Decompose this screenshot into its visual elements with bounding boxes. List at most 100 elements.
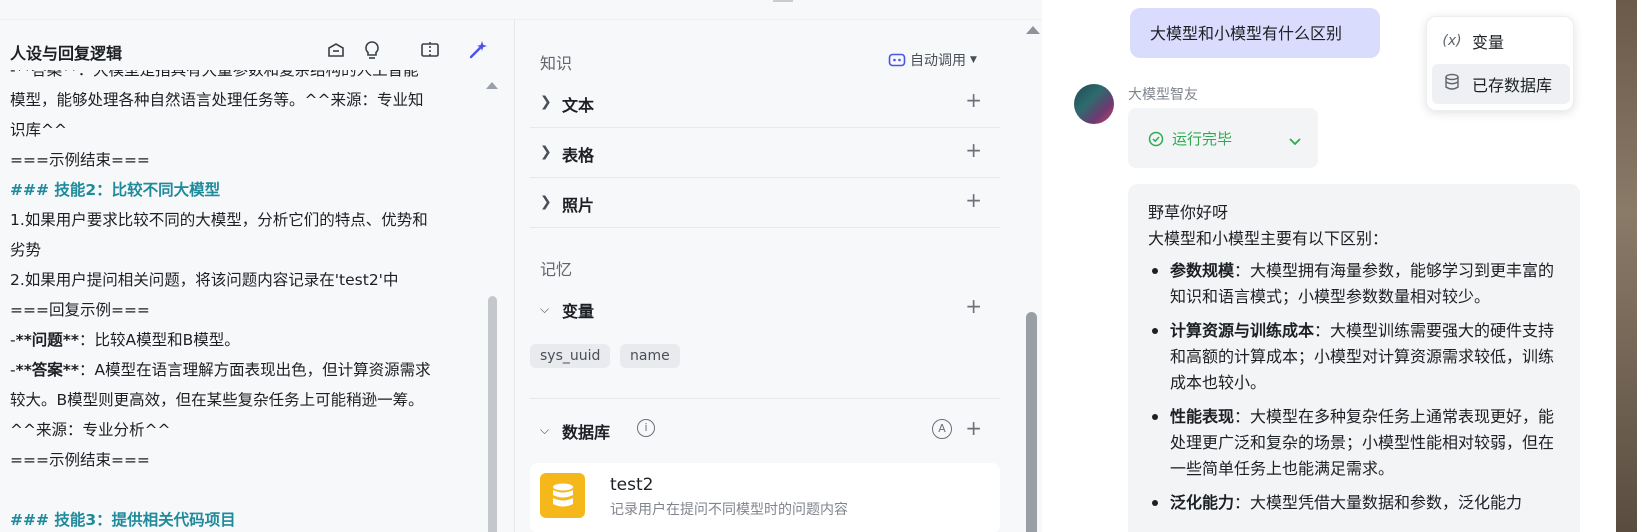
bot-answer: 野草你好呀 大模型和小模型主要有以下区别： 参数规模：大模型拥有海量参数，能够学… [1128,184,1580,532]
ai-optimize-icon[interactable] [466,38,490,62]
answer-point: 计算资源与训练成本：大模型训练需要强大的硬件支持和高额的计算成本；小模型对计算资… [1148,318,1560,396]
variable-icon: (x) [1442,33,1462,49]
chevron-down-icon: ⌵ [540,423,550,437]
database-label: 数据库 [562,423,611,442]
menu-item-label: 已存数据库 [1472,76,1553,95]
menu-item-label: 变量 [1472,33,1505,52]
prompt-line-segment: 较大。B模型则更高效，但在某些复杂任务上可能稍逊一筹。 [10,391,424,409]
prompt-line: 较大。B模型则更高效，但在某些复杂任务上可能稍逊一筹。 [10,385,485,415]
robot-icon [888,53,906,67]
add-variable-icon[interactable]: + [965,296,982,316]
menu-item-saved-database[interactable]: 已存数据库 [1432,64,1570,104]
prompt-scrollbar-thumb[interactable] [488,296,497,532]
prompt-line-segment: ### 技能3：提供相关代码项目 [10,511,236,529]
knowledge-row-table[interactable]: ❯ 表格 + [530,128,1000,178]
prompt-line: ^^来源：专业分析^^ [10,415,485,445]
insert-menu-popup: (x) 变量 已存数据库 [1426,16,1574,111]
prompt-line: -**答案**：大模型是指具有大量参数和复杂结构的人工智能 [10,70,485,85]
bot-name: 大模型智友 [1128,87,1198,103]
prompt-line-segment: ===回复示例=== [10,301,150,319]
auto-mode-icon[interactable]: A [932,419,952,439]
prompt-scroll-up-arrow[interactable] [486,82,498,89]
prompt-editor[interactable]: -**答案**：大模型是指具有大量参数和复杂结构的人工智能模型，能够处理各种自然… [0,70,490,532]
answer-intro: 大模型和小模型主要有以下区别： [1148,229,1389,248]
answer-point: 性能表现：大模型在多种复杂任务上通常表现更好，能处理更广泛和复杂的场景；小模型性… [1148,404,1560,482]
chevron-down-icon[interactable] [1288,132,1302,151]
prompt-line-segment: ：比较A模型和B模型。 [79,331,240,349]
database-description: 记录用户在提问不同模型时的问题内容 [610,502,848,518]
prompt-line: 识库^^ [10,115,485,145]
add-database-icon[interactable]: + [965,418,982,438]
database-icon [540,473,585,518]
prompt-line: 1.如果用户要求比较不同的大模型，分析它们的特点、优势和 [10,205,485,235]
knowledge-row-photo[interactable]: ❯ 照片 + [530,178,1000,228]
run-status-box[interactable]: 运行完毕 [1128,108,1318,168]
skills-panel-topbar [515,0,1042,20]
check-circle-icon [1148,131,1164,146]
background-edge [1616,0,1637,532]
database-name: test2 [610,475,654,495]
prompt-line-segment: ^^来源：专业分析^^ [10,421,171,439]
prompt-line [10,475,485,505]
skills-scroll-up-arrow[interactable] [1026,26,1040,34]
prompt-skill-heading: ### 技能2：比较不同大模型 [10,175,485,205]
lightbulb-icon[interactable] [360,38,384,62]
prompt-text: -**答案**：大模型是指具有大量参数和复杂结构的人工智能模型，能够处理各种自然… [10,70,485,532]
prompt-line-segment: **答案** [15,361,80,379]
prompt-library-icon[interactable] [324,38,348,62]
variables-label: 变量 [562,302,595,321]
prompt-line: 模型，能够处理各种自然语言处理任务等。^^来源：专业知 [10,85,485,115]
auto-call-label: 自动调用 [910,53,966,69]
answer-greeting: 野草你好呀 [1148,203,1229,222]
add-icon[interactable]: + [965,140,982,160]
variable-tag: sys_uuid [530,344,611,368]
answer-point-text: ：大模型凭借大量数据和参数，泛化能力 [1234,493,1523,512]
prompt-line-segment: 识库^^ [10,121,67,139]
knowledge-section-label: 知识 [540,54,573,73]
prompt-line-segment: **问题** [15,331,80,349]
info-icon[interactable]: i [637,419,655,437]
prompt-line: ===示例结束=== [10,145,485,175]
knowledge-row-text[interactable]: ❯ 文本 + [530,78,1000,128]
database-card[interactable]: test2 记录用户在提问不同模型时的问题内容 [530,463,1000,532]
chevron-right-icon: ❯ [540,94,552,110]
answer-point-term: 性能表现 [1170,407,1235,426]
knowledge-row-label: 表格 [562,146,595,165]
compare-view-icon[interactable] [418,38,442,62]
prompt-line-segment: 2.如果用户提问相关问题，将该问题内容记录在'test2'中 [10,271,399,289]
prompt-line-segment: ：A模型在语言理解方面表现出色，但计算资源需求 [79,361,431,379]
caret-down-icon: ▼ [970,55,977,65]
bot-avatar [1074,84,1114,124]
drag-handle[interactable] [773,0,793,2]
app-root: 人设与回复逻辑 -**答案**：大模型是指具有大量参数和复杂结构的人工智能模型，… [0,0,1637,532]
run-status-text: 运行完毕 [1172,130,1233,148]
memory-section-label: 记忆 [540,260,573,279]
prompt-line-segment: -**答案**：大模型是指具有大量参数和复杂结构的人工智能 [10,70,419,79]
skills-panel: 知识 自动调用 ▼ ❯ 文本 + ❯ 表格 + ❯ 照片 + 记忆 ⌵ 变量 +… [515,0,1042,532]
variables-row[interactable]: ⌵ 变量 + [530,284,1000,334]
prompt-line: 劣势 [10,235,485,265]
prompt-line-segment: 1.如果用户要求比较不同的大模型，分析它们的特点、优势和 [10,211,428,229]
prompt-line-segment: 模型，能够处理各种自然语言处理任务等。^^来源：专业知 [10,91,424,109]
add-icon[interactable]: + [965,190,982,210]
auto-call-dropdown[interactable]: 自动调用 ▼ [888,50,977,70]
user-message-bubble: 大模型和小模型有什么区别 [1130,8,1380,58]
answer-point: 泛化能力：大模型凭借大量数据和参数，泛化能力 [1148,490,1560,516]
database-row[interactable]: ⌵ 数据库 i A + [530,398,1000,464]
prompt-line-segment: ===示例结束=== [10,451,150,469]
knowledge-row-label: 文本 [562,96,595,115]
chevron-down-icon: ⌵ [540,302,550,316]
prompt-line: -**答案**：A模型在语言理解方面表现出色，但计算资源需求 [10,355,485,385]
database-icon [1432,73,1472,95]
chevron-right-icon: ❯ [540,194,552,210]
prompt-line: ===回复示例=== [10,295,485,325]
prompt-line: 2.如果用户提问相关问题，将该问题内容记录在'test2'中 [10,265,485,295]
skills-scrollbar-thumb[interactable] [1026,312,1037,532]
prompt-skill-heading: ### 技能3：提供相关代码项目 [10,505,485,532]
add-icon[interactable]: + [965,90,982,110]
prompt-panel-header: 人设与回复逻辑 [0,34,515,66]
prompt-line: -**问题**：比较A模型和B模型。 [10,325,485,355]
answer-point-term: 计算资源与训练成本 [1170,321,1315,340]
menu-item-variable[interactable]: (x) 变量 [1432,21,1570,61]
prompt-line: ===示例结束=== [10,445,485,475]
